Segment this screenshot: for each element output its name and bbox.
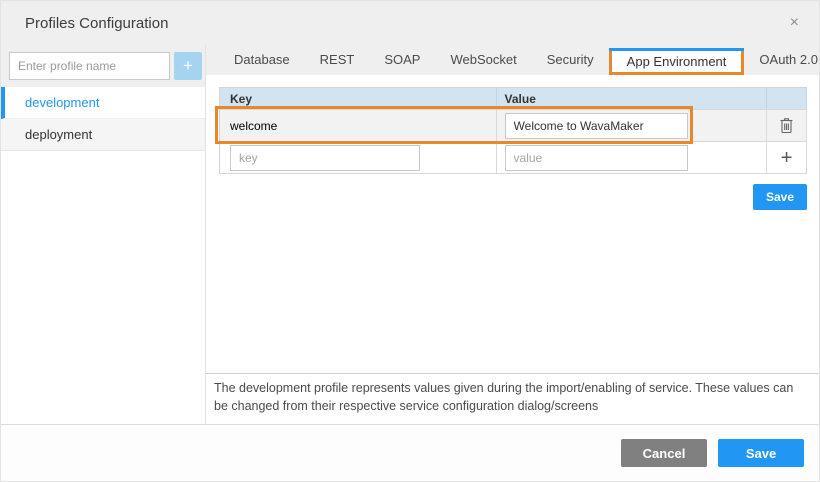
add-row-icon[interactable]: + <box>781 148 793 168</box>
table-save-wrap: Save <box>219 184 807 210</box>
profile-name-label: development <box>25 95 99 110</box>
service-tabbar: Database REST SOAP WebSocket Security Ap… <box>206 45 819 75</box>
close-icon[interactable]: × <box>790 15 799 31</box>
sidebar-item-deployment[interactable]: deployment <box>1 119 205 151</box>
key-value-table: Key Value welcome <box>219 87 807 174</box>
profiles-configuration-dialog: Profiles Configuration × + development d… <box>0 0 820 482</box>
tab-database[interactable]: Database <box>219 45 305 75</box>
trash-icon <box>779 117 794 134</box>
tab-content: Key Value welcome <box>206 75 819 373</box>
table-row-new: + <box>220 142 807 174</box>
table-row-welcome: welcome <box>220 110 807 142</box>
value-column-header: Value <box>497 88 768 109</box>
tab-oauth2[interactable]: OAuth 2.0 <box>744 45 820 75</box>
dialog-footer: Cancel Save <box>1 424 819 481</box>
value-input[interactable] <box>505 113 688 139</box>
dialog-body: + development deployment Database REST S… <box>1 45 819 424</box>
table-header-row: Key Value <box>220 88 807 110</box>
row-actions-cell <box>767 110 807 141</box>
profiles-sidebar: + development deployment <box>1 45 206 424</box>
key-cell: welcome <box>220 110 497 141</box>
tab-security[interactable]: Security <box>532 45 609 75</box>
new-value-input[interactable] <box>505 145 688 171</box>
tab-app-environment[interactable]: App Environment <box>609 48 745 75</box>
value-cell <box>497 110 768 141</box>
tab-rest[interactable]: REST <box>305 45 370 75</box>
add-profile-button[interactable]: + <box>174 52 202 80</box>
sidebar-item-development[interactable]: development <box>1 87 205 119</box>
key-column-header: Key <box>220 88 497 109</box>
profile-add-row: + <box>1 45 205 87</box>
profile-name-label: deployment <box>25 127 92 142</box>
dialog-header: Profiles Configuration × <box>1 1 819 45</box>
tab-soap[interactable]: SOAP <box>369 45 435 75</box>
new-key-cell <box>220 142 497 173</box>
profile-name-input[interactable] <box>9 52 170 80</box>
main-panel: Database REST SOAP WebSocket Security Ap… <box>206 45 819 424</box>
table-save-button[interactable]: Save <box>753 184 807 210</box>
new-value-cell <box>497 142 768 173</box>
dialog-title: Profiles Configuration <box>25 15 168 32</box>
tab-websocket[interactable]: WebSocket <box>435 45 531 75</box>
row-actions-cell: + <box>767 142 807 173</box>
profile-description: The development profile represents value… <box>206 373 819 425</box>
delete-row-button[interactable] <box>779 117 794 134</box>
cancel-button[interactable]: Cancel <box>621 439 707 467</box>
actions-column-header <box>767 88 807 109</box>
save-button[interactable]: Save <box>718 439 804 467</box>
new-key-input[interactable] <box>230 145 420 171</box>
